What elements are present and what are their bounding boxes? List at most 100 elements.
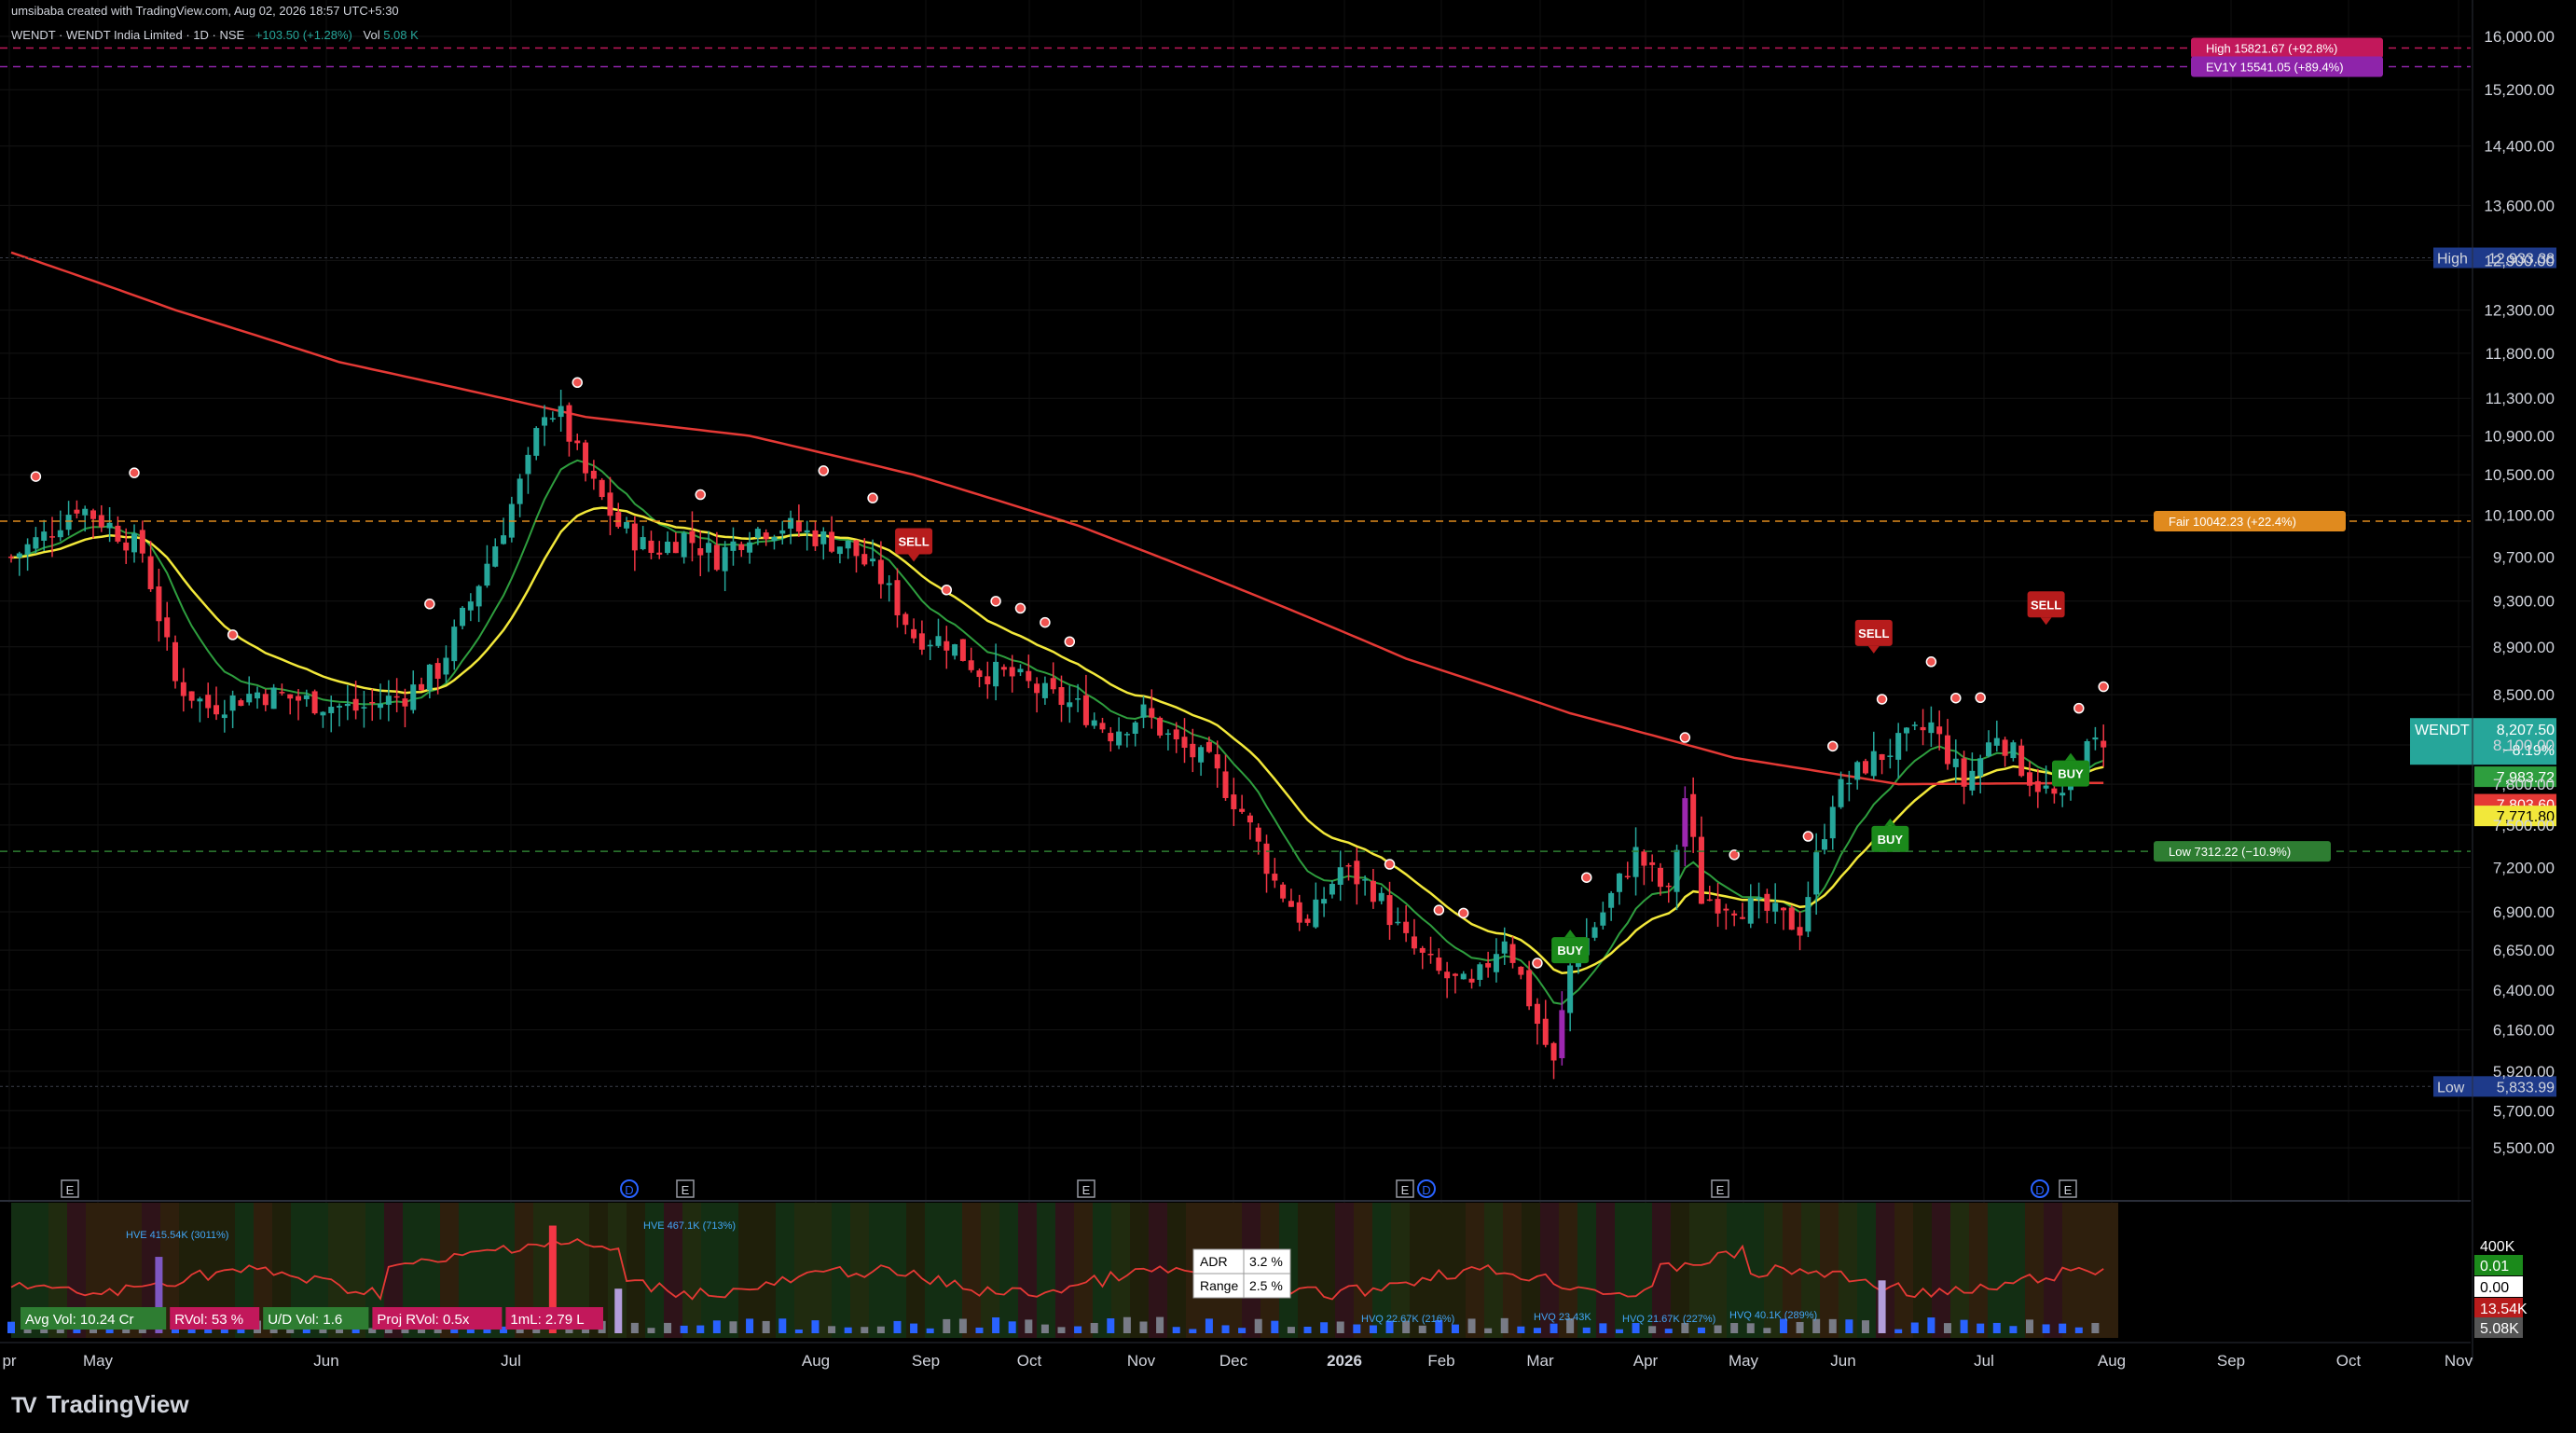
candle-body[interactable]: [90, 510, 97, 519]
candle-body[interactable]: [106, 522, 113, 529]
candle-body[interactable]: [870, 558, 876, 562]
candle-body[interactable]: [1936, 726, 1943, 735]
candle-body[interactable]: [566, 405, 572, 442]
candle-body[interactable]: [877, 559, 884, 585]
candle-body[interactable]: [1608, 892, 1615, 908]
candle-body[interactable]: [1321, 899, 1328, 904]
candle-body[interactable]: [599, 479, 605, 498]
candle-body[interactable]: [279, 692, 285, 694]
candle-body[interactable]: [1756, 897, 1762, 900]
candle-body[interactable]: [713, 544, 720, 571]
candle-body[interactable]: [689, 530, 696, 544]
candle-body[interactable]: [221, 714, 227, 719]
candle-body[interactable]: [1526, 970, 1533, 1007]
chart-canvas[interactable]: SELL SELL SELL BUY BUY BUY High 15821.67 (+92…: [0, 0, 2576, 1433]
candle-body[interactable]: [1969, 770, 1976, 791]
candle-body[interactable]: [484, 563, 490, 586]
candle-body[interactable]: [1000, 667, 1007, 670]
candle-body[interactable]: [615, 512, 622, 528]
candle-body[interactable]: [829, 531, 835, 552]
candle-body[interactable]: [672, 542, 679, 554]
candle-body[interactable]: [262, 694, 269, 706]
candle-body[interactable]: [1739, 916, 1745, 919]
candle-body[interactable]: [1698, 836, 1704, 904]
candle-body[interactable]: [1542, 1018, 1549, 1045]
candle-body[interactable]: [1870, 751, 1877, 777]
candle-body[interactable]: [845, 540, 851, 549]
candle-body[interactable]: [337, 706, 343, 708]
candle-body[interactable]: [918, 633, 925, 650]
candle-body[interactable]: [467, 601, 474, 611]
candle-body[interactable]: [648, 540, 654, 553]
candle-body[interactable]: [1091, 720, 1097, 726]
candle-body[interactable]: [255, 692, 261, 699]
candle-body[interactable]: [1961, 758, 1967, 787]
candle-body[interactable]: [894, 580, 901, 615]
candle-body[interactable]: [139, 530, 145, 554]
candle-body[interactable]: [1296, 902, 1302, 923]
candle-body[interactable]: [8, 557, 14, 558]
candle-body[interactable]: [352, 698, 359, 711]
candle-body[interactable]: [1288, 901, 1294, 907]
candle-body[interactable]: [1247, 815, 1253, 823]
candle-body[interactable]: [1280, 884, 1287, 899]
candle-body[interactable]: [665, 541, 671, 554]
candle-body[interactable]: [747, 542, 753, 553]
candle-body[interactable]: [131, 533, 138, 553]
candle-body[interactable]: [886, 583, 892, 586]
candle-body[interactable]: [1952, 758, 1959, 767]
candle-body[interactable]: [738, 544, 745, 550]
candle-body[interactable]: [1460, 973, 1467, 980]
candle-body[interactable]: [1205, 741, 1212, 752]
candle-body[interactable]: [1715, 899, 1721, 914]
candle-body[interactable]: [1041, 682, 1048, 698]
candle-body[interactable]: [1977, 758, 1984, 777]
candle-body[interactable]: [1674, 849, 1680, 892]
candle-body[interactable]: [624, 521, 630, 529]
candle-body[interactable]: [1911, 724, 1918, 726]
candle-body[interactable]: [1690, 793, 1697, 837]
candle-body[interactable]: [558, 406, 564, 418]
candle-body[interactable]: [911, 628, 917, 639]
candle-body[interactable]: [607, 492, 613, 517]
candle-body[interactable]: [82, 508, 89, 516]
candle-body[interactable]: [1657, 867, 1663, 888]
candle-body[interactable]: [985, 676, 991, 684]
candle-body[interactable]: [993, 661, 999, 687]
candle-body[interactable]: [320, 711, 326, 716]
candle-body[interactable]: [853, 540, 860, 557]
candle-body[interactable]: [385, 696, 392, 705]
candle-body[interactable]: [1600, 912, 1606, 926]
candle-body[interactable]: [1329, 884, 1335, 895]
candle-body[interactable]: [1386, 895, 1393, 926]
candle-body[interactable]: [1509, 944, 1516, 963]
candle-body[interactable]: [2101, 740, 2107, 748]
candle-body[interactable]: [74, 509, 80, 514]
candle-body[interactable]: [1682, 798, 1688, 847]
candle-body[interactable]: [1304, 918, 1311, 923]
candle-body[interactable]: [1559, 1010, 1565, 1058]
candle-body[interactable]: [1075, 698, 1081, 700]
candle-body[interactable]: [180, 682, 186, 696]
candle-body[interactable]: [1805, 897, 1811, 932]
candle-body[interactable]: [1493, 954, 1499, 972]
candle-body[interactable]: [1616, 873, 1622, 892]
candle-body[interactable]: [1436, 958, 1442, 971]
candle-body[interactable]: [944, 641, 950, 651]
candle-body[interactable]: [451, 627, 458, 662]
candle-body[interactable]: [57, 530, 63, 538]
candle-body[interactable]: [1239, 808, 1246, 812]
candle-body[interactable]: [41, 531, 48, 541]
candle-body[interactable]: [1747, 898, 1754, 924]
tradingview-brand[interactable]: TV TradingView: [11, 1390, 189, 1419]
candle-body[interactable]: [328, 707, 335, 713]
candle-body[interactable]: [156, 586, 162, 622]
candle-body[interactable]: [1452, 973, 1458, 976]
candle-body[interactable]: [583, 442, 589, 474]
candle-body[interactable]: [795, 520, 802, 532]
candle-body[interactable]: [24, 544, 31, 555]
candle-body[interactable]: [1403, 921, 1410, 933]
candle-body[interactable]: [927, 644, 933, 647]
candle-body[interactable]: [1116, 731, 1123, 746]
candle-body[interactable]: [517, 478, 523, 504]
